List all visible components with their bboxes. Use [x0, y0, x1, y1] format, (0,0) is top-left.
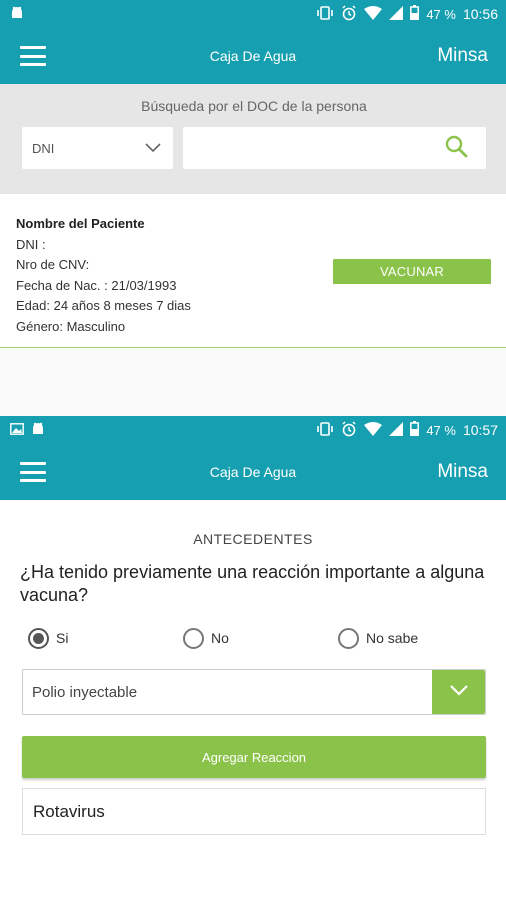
reaction-list-item: Rotavirus: [22, 788, 486, 835]
search-icon[interactable]: [444, 134, 468, 163]
patient-card: Nombre del Paciente DNI : Nro de CNV: Fe…: [0, 194, 506, 348]
battery-percent: 47 %: [426, 6, 456, 22]
app-brand: Minsa: [437, 461, 488, 482]
question-text: ¿Ha tenido previamente una reacción impo…: [20, 562, 485, 605]
patient-age: Edad: 24 años 8 meses 7 dias: [16, 298, 191, 313]
vibrate-icon: [316, 5, 334, 23]
status-bar: 47 % 10:57: [0, 416, 506, 444]
vaccinate-button[interactable]: VACUNAR: [333, 259, 491, 284]
doc-type-value: DNI: [32, 140, 55, 156]
alarm-icon: [341, 420, 357, 440]
clock: 10:56: [462, 6, 498, 22]
battery-percent: 47 %: [426, 422, 456, 438]
radio-label: No sabe: [366, 630, 419, 646]
vaccine-select[interactable]: Polio inyectable: [22, 669, 486, 715]
menu-icon[interactable]: [20, 46, 46, 66]
status-bar: 47 % 10:56: [0, 0, 506, 28]
battery-icon: [410, 421, 420, 439]
radio-label: No: [211, 630, 229, 646]
radio-unchecked-icon: [338, 627, 359, 649]
patient-gender: Género: Masculino: [16, 318, 126, 334]
reaction-radio-group: Si No No sabe: [0, 626, 506, 650]
vaccine-dropdown-button[interactable]: [432, 670, 485, 714]
wifi-icon: [364, 421, 383, 439]
add-reaction-button[interactable]: Agregar Reaccion: [22, 736, 486, 778]
app-bar: Caja De Agua Minsa: [0, 444, 506, 500]
vaccine-select-value: Polio inyectable: [32, 683, 138, 701]
doc-type-select[interactable]: DNI: [22, 127, 173, 169]
chevron-down-icon: [449, 683, 469, 701]
patient-dni: DNI :: [16, 236, 46, 252]
android-notification-icon: [31, 422, 45, 439]
radio-label: Si: [56, 630, 69, 646]
empty-area: [0, 348, 506, 416]
vibrate-icon: [316, 421, 334, 439]
radio-no[interactable]: No: [183, 627, 338, 649]
search-caption: Búsqueda por el DOC de la persona: [141, 98, 367, 114]
android-notification-icon: [10, 6, 24, 23]
signal-icon: [389, 421, 404, 439]
section-title: ANTECEDENTES: [193, 531, 313, 547]
app-title: Caja De Agua: [209, 48, 297, 64]
search-panel: Búsqueda por el DOC de la persona DNI: [0, 84, 506, 194]
menu-icon[interactable]: [20, 462, 46, 482]
radio-unchecked-icon: [183, 627, 204, 649]
radio-si[interactable]: Si: [28, 627, 183, 649]
chevron-down-icon: [145, 141, 161, 156]
radio-checked-icon: [28, 627, 49, 649]
screen-1: 47 % 10:56 Caja De Agua Minsa Búsqueda p…: [0, 0, 506, 416]
image-notification-icon: [10, 422, 24, 438]
app-bar: Caja De Agua Minsa: [0, 28, 506, 84]
wifi-icon: [364, 5, 383, 23]
clock: 10:57: [462, 422, 498, 438]
screen-2: 47 % 10:57 Caja De Agua Minsa ANTECEDENT…: [0, 416, 506, 835]
signal-icon: [389, 5, 404, 23]
doc-number-input[interactable]: [183, 127, 486, 169]
alarm-icon: [341, 4, 357, 24]
app-brand: Minsa: [437, 45, 488, 66]
patient-name-heading: Nombre del Paciente: [16, 216, 145, 231]
battery-icon: [410, 5, 420, 23]
app-title: Caja De Agua: [209, 464, 297, 480]
radio-no-sabe[interactable]: No sabe: [338, 627, 419, 649]
